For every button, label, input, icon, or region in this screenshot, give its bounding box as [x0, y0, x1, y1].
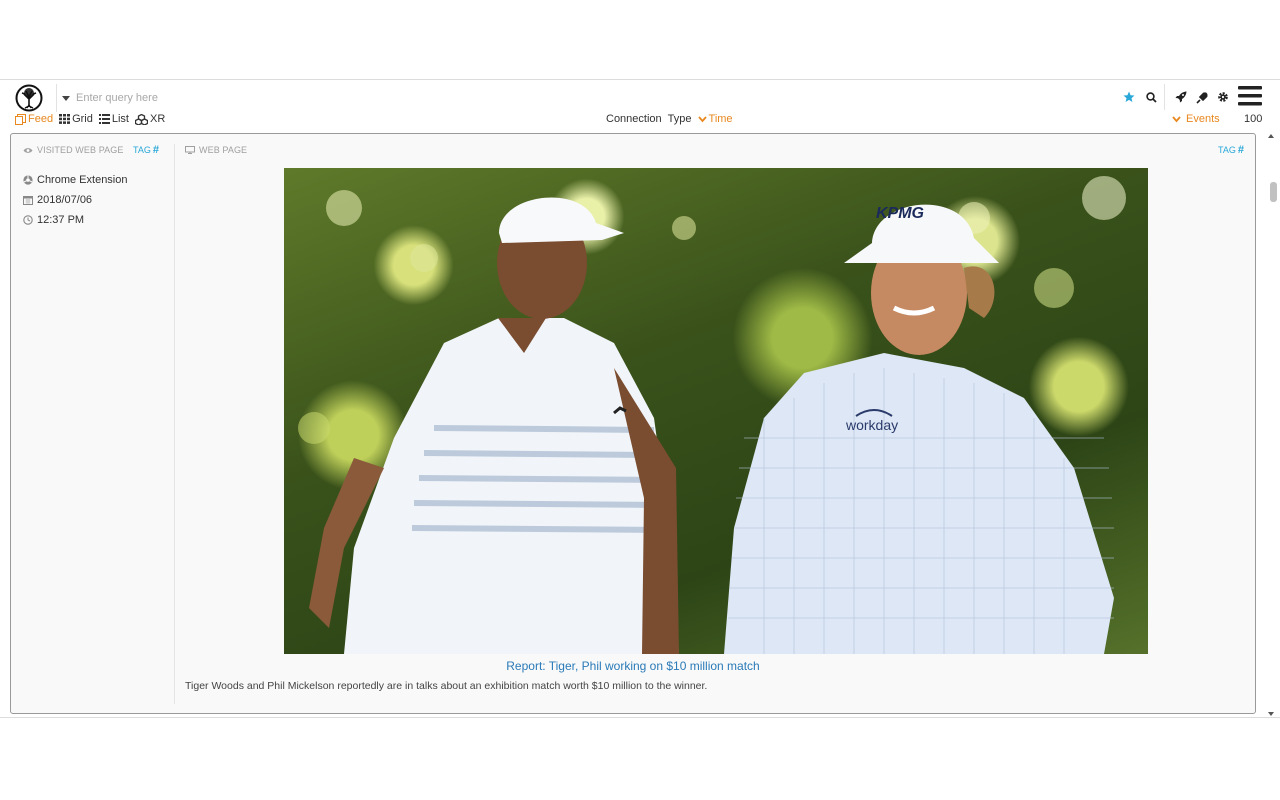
header-divider: [56, 84, 57, 112]
scroll-down-arrow-icon[interactable]: [1268, 712, 1274, 716]
list-icon: [98, 114, 110, 124]
bottom-divider: [0, 717, 1280, 718]
date-row: 2018/07/06: [23, 194, 92, 206]
scroll-up-arrow-icon[interactable]: [1268, 134, 1274, 138]
clock-icon: [23, 215, 33, 225]
query-dropdown-icon[interactable]: [62, 95, 70, 101]
tag-button[interactable]: TAG #: [133, 144, 159, 156]
calendar-icon: [23, 196, 33, 205]
time-row: 12:37 PM: [23, 214, 84, 226]
view-grid-label: Grid: [72, 113, 93, 125]
web-page-header: WEB PAGE: [185, 145, 247, 155]
sort-connection[interactable]: Connection: [606, 113, 662, 125]
view-feed-label: Feed: [28, 113, 54, 125]
search-icon[interactable]: [1143, 88, 1159, 106]
view-grid[interactable]: Grid: [59, 113, 93, 125]
tag-button-right[interactable]: TAG #: [1218, 144, 1244, 156]
visited-web-page-label: VISITED WEB PAGE: [37, 145, 124, 155]
date-label: 2018/07/06: [37, 194, 93, 206]
events-label: Events: [1186, 113, 1220, 125]
grid-icon: [59, 114, 71, 124]
tag-label: TAG: [1218, 145, 1236, 155]
result-count: 100: [1244, 113, 1263, 125]
tree-of-life-icon[interactable]: [15, 84, 43, 112]
view-list-label: List: [111, 113, 129, 125]
scrollbar-thumb[interactable]: [1270, 182, 1277, 202]
feed-card: VISITED WEB PAGE TAG # Chrome Extension 2…: [10, 133, 1256, 714]
time-label: 12:37 PM: [37, 214, 85, 226]
hash-icon: #: [1237, 144, 1244, 156]
chevron-down-icon: [697, 115, 707, 122]
feed-icon: [15, 113, 26, 125]
events-control: Events: [1172, 113, 1220, 125]
view-feed[interactable]: Feed: [15, 113, 53, 125]
query-bar: [62, 90, 376, 106]
source-row: Chrome Extension: [23, 174, 128, 186]
sort-time[interactable]: Time: [697, 113, 733, 125]
cubes-icon: [134, 113, 148, 125]
view-xr-label: XR: [149, 113, 166, 125]
gear-icon[interactable]: [1215, 88, 1231, 106]
query-input[interactable]: [76, 92, 376, 104]
plug-icon[interactable]: [1194, 88, 1210, 106]
sort-type[interactable]: Type: [668, 113, 692, 125]
star-icon[interactable]: [1121, 88, 1137, 106]
hash-icon: #: [152, 144, 159, 156]
visited-web-page-header: VISITED WEB PAGE: [23, 145, 123, 155]
web-page-label: WEB PAGE: [199, 145, 248, 155]
shirt-logo-text: workday: [845, 417, 898, 433]
monitor-icon: [185, 146, 195, 154]
sort-controls: Connection Type Time: [606, 113, 733, 125]
tag-label: TAG: [133, 145, 151, 155]
rocket-icon[interactable]: [1173, 88, 1189, 106]
view-list[interactable]: List: [98, 113, 129, 125]
puzzle-icon: [23, 175, 33, 185]
view-switcher: Feed Grid List XR: [15, 113, 171, 125]
cap-logo-text: KPMG: [876, 205, 924, 222]
article-title-link[interactable]: Report: Tiger, Phil working on $10 milli…: [11, 659, 1255, 673]
hamburger-menu-icon[interactable]: [1238, 84, 1262, 108]
card-meta-column: VISITED WEB PAGE TAG # Chrome Extension 2…: [11, 134, 174, 713]
top-divider: [0, 79, 1280, 80]
sort-time-label: Time: [708, 113, 733, 125]
toolbar-divider: [1164, 84, 1165, 110]
eye-icon: [23, 147, 33, 153]
card-column-divider: [174, 144, 175, 704]
view-xr[interactable]: XR: [134, 113, 166, 125]
source-label: Chrome Extension: [37, 174, 128, 186]
chevron-down-icon: [1172, 115, 1181, 122]
article-description: Tiger Woods and Phil Mickelson reportedl…: [185, 680, 708, 692]
article-image[interactable]: KPMG workday: [284, 168, 1148, 654]
article-photo-illustration: KPMG workday: [298, 176, 1126, 654]
events-dropdown[interactable]: Events: [1172, 113, 1220, 125]
